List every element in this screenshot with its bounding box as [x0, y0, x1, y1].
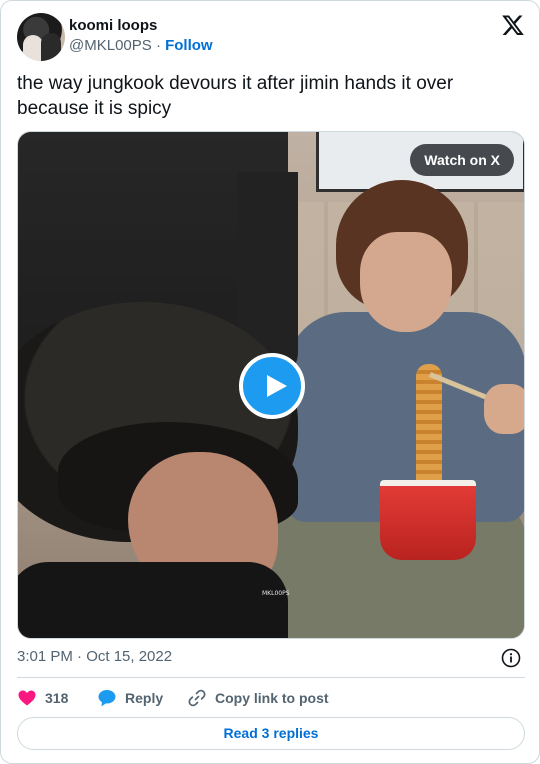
handle-separator: ·	[155, 37, 161, 54]
watch-on-x-button[interactable]: Watch on X	[410, 144, 514, 176]
display-name[interactable]: koomi loops	[69, 16, 213, 36]
handle-row: @MKL00PS · Follow	[69, 36, 213, 56]
reply-label: Reply	[125, 690, 164, 706]
play-icon	[267, 375, 287, 397]
video-watermark: MKL00PS	[262, 590, 290, 597]
info-icon[interactable]	[501, 648, 521, 668]
like-button[interactable]: 318	[17, 687, 68, 709]
reply-button[interactable]: Reply	[97, 687, 163, 709]
post-timestamp[interactable]: 3:01 PM · Oct 15, 2022	[17, 647, 172, 667]
reply-bubble-icon	[98, 690, 116, 707]
link-icon	[188, 689, 206, 707]
play-button[interactable]	[239, 353, 305, 419]
video-player[interactable]: MKL00PS Watch on X	[17, 131, 525, 639]
post-header: koomi loops @MKL00PS · Follow	[17, 13, 525, 61]
follow-button[interactable]: Follow	[165, 37, 213, 54]
read-replies-button[interactable]: Read 3 replies	[17, 717, 525, 750]
handle[interactable]: @MKL00PS	[69, 37, 152, 54]
embedded-post-card: koomi loops @MKL00PS · Follow the way ju…	[0, 0, 540, 764]
copy-link-label: Copy link to post	[215, 690, 329, 706]
x-logo-icon[interactable]	[501, 13, 525, 37]
like-count: 318	[45, 690, 69, 706]
copy-link-button[interactable]: Copy link to post	[187, 687, 329, 709]
user-meta: koomi loops @MKL00PS · Follow	[69, 16, 213, 56]
avatar[interactable]	[17, 13, 65, 61]
post-text: the way jungkook devours it after jimin …	[17, 73, 454, 119]
heart-icon	[18, 690, 36, 706]
divider	[17, 677, 525, 678]
